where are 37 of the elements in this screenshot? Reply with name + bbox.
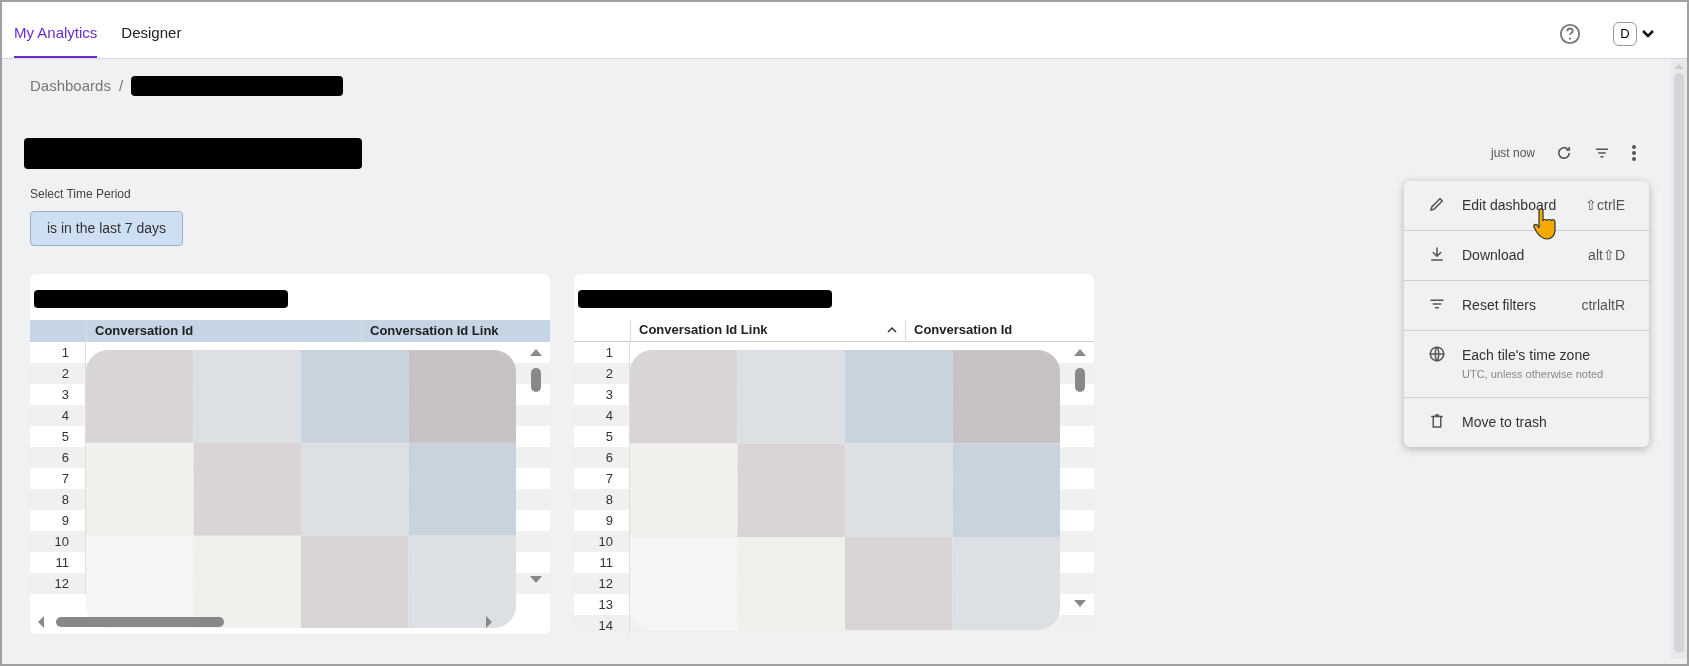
menu-item-label: Download — [1462, 246, 1525, 265]
keyboard-shortcut: alt⇧D — [1588, 246, 1625, 265]
column-header[interactable]: Conversation Id — [86, 319, 361, 342]
trash-icon — [1428, 411, 1446, 430]
row-number: 1 — [574, 341, 630, 363]
column-header[interactable]: Conversation Id Link — [361, 319, 531, 342]
breadcrumb-separator: / — [118, 76, 124, 96]
download-icon — [1428, 245, 1446, 263]
menu-item[interactable]: Each tile's time zone UTC, unless otherwise noted — [1404, 330, 1649, 397]
menu-item[interactable]: Move to trash — [1404, 396, 1649, 447]
menu-item[interactable]: Reset filters ctrlaltR — [1404, 280, 1649, 330]
help-icon[interactable] — [1559, 23, 1581, 45]
time-period-button[interactable]: is in the last 7 days — [30, 210, 184, 246]
more-options-icon[interactable] — [1631, 144, 1637, 162]
chevron-down-icon[interactable] — [1641, 29, 1655, 39]
menu-item-note: UTC, unless otherwise noted — [1462, 367, 1605, 382]
globe-icon — [1428, 345, 1446, 363]
keyboard-shortcut: ctrlaltR — [1581, 296, 1625, 315]
nav-tab[interactable]: Designer — [121, 21, 182, 58]
page-scrollbar[interactable] — [1671, 59, 1687, 659]
menu-item-label: Edit dashboard — [1462, 196, 1557, 215]
menu-item[interactable]: Edit dashboard ⇧ctrlE — [1404, 181, 1649, 230]
breadcrumb-link[interactable]: Dashboards — [30, 75, 111, 98]
last-updated-text: just now — [1490, 145, 1535, 162]
refresh-icon[interactable] — [1555, 144, 1573, 162]
column-header[interactable]: Conversation Id Link — [630, 319, 905, 341]
filter-label: Select Time Period — [30, 185, 132, 203]
row-number: 1 — [30, 341, 86, 363]
menu-item-label: Each tile's time zone — [1462, 346, 1590, 365]
column-header[interactable]: Conversation Id — [905, 319, 1075, 341]
user-avatar[interactable]: D — [1613, 22, 1637, 46]
menu-item-label: Move to trash — [1462, 412, 1547, 432]
nav-tab[interactable]: My Analytics — [14, 21, 98, 58]
keyboard-shortcut: ⇧ctrlE — [1585, 196, 1625, 215]
menu-item-label: Reset filters — [1462, 296, 1536, 315]
pencil-icon — [1428, 195, 1446, 213]
row-number: 14 — [574, 614, 630, 634]
